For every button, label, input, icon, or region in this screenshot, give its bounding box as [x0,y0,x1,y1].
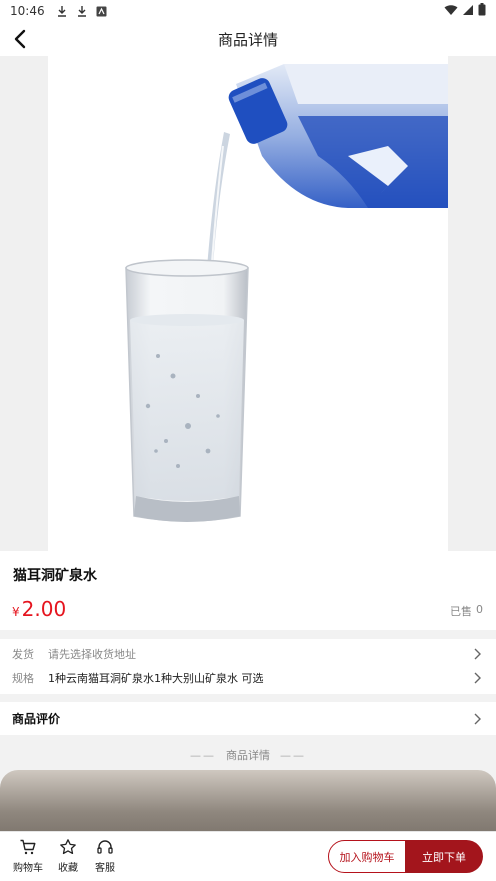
detail-section-header: —— 商品详情 —— [0,743,496,767]
product-info: 猫耳洞矿泉水 ¥ 2.00 已售 0 [0,551,496,630]
chevron-right-icon [474,672,481,684]
status-time: 10:46 [10,4,45,18]
cart-tab[interactable]: 购物车 [10,838,46,878]
back-button[interactable] [8,26,32,52]
screen: 10:46 商品详情 猫耳洞矿泉水 ¥ 2.00 已售 0 发货 请先选择收货地… [0,0,496,881]
status-bar: 10:46 [0,0,496,22]
cart-tab-label: 购物车 [13,863,43,874]
shipping-row[interactable]: 发货 请先选择收货地址 [0,642,496,666]
chevron-left-icon [14,29,26,49]
glass-graphic [125,259,249,522]
cart-icon [20,839,36,855]
currency-symbol: ¥ [12,605,20,619]
product-name: 猫耳洞矿泉水 [13,568,97,584]
download-icon [75,4,89,18]
review-label: 商品评价 [12,712,61,726]
shipping-label: 发货 [12,648,34,661]
detail-title: 商品详情 [226,749,270,762]
product-options: 发货 请先选择收货地址 规格 1种云南猫耳洞矿泉水1种大别山矿泉水 可选 [0,639,496,694]
battery-icon [478,3,486,19]
product-image [48,56,448,551]
sold-label: 已售 [450,605,472,618]
download-icon [55,4,69,18]
add-to-cart-button[interactable]: 加入购物车 [328,840,406,873]
favorite-tab-label: 收藏 [58,863,78,874]
service-tab[interactable]: 客服 [87,838,123,878]
spec-row[interactable]: 规格 1种云南猫耳洞矿泉水1种大别山矿泉水 可选 [0,666,496,690]
page-title: 商品详情 [217,30,278,49]
sold-value: 0 [476,603,483,616]
spec-value: 1种云南猫耳洞矿泉水1种大别山矿泉水 可选 [48,672,264,685]
chevron-right-icon [474,648,481,660]
star-icon [60,839,76,855]
service-tab-label: 客服 [95,863,115,874]
chevron-right-icon [474,713,481,725]
review-row[interactable]: 商品评价 [0,702,496,735]
app-notification-icon [95,4,109,18]
top-header: 商品详情 [0,22,496,56]
favorite-tab[interactable]: 收藏 [50,838,86,878]
sold-count: 已售 0 [450,603,483,619]
divider-left: —— [190,748,216,762]
bottom-action-bar: 购物车 收藏 客服 加入购物车 立即下单 [0,831,496,881]
signal-icon [462,4,474,19]
bottle-graphic [228,64,448,208]
product-price: ¥ 2.00 [12,597,66,621]
headset-icon [97,840,113,854]
shipping-value: 请先选择收货地址 [48,648,136,661]
divider-right: —— [280,748,306,762]
spec-label: 规格 [12,672,34,685]
product-image-area[interactable] [0,56,496,551]
buy-now-button[interactable]: 立即下单 [405,840,483,873]
status-right [444,3,486,19]
detail-image [0,770,496,840]
wifi-icon [444,4,458,19]
price-value: 2.00 [21,597,67,621]
